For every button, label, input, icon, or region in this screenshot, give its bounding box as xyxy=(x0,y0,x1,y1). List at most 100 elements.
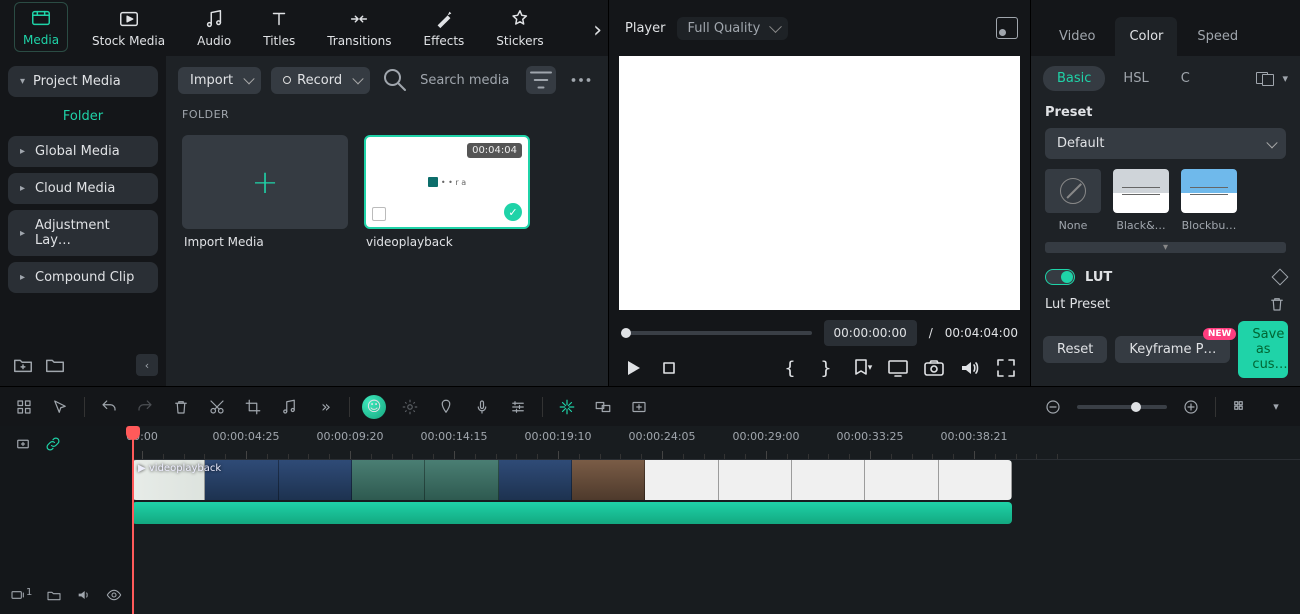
color-tab-hsl[interactable]: HSL xyxy=(1109,66,1162,91)
snapshot-icon[interactable] xyxy=(996,17,1018,39)
speed-icon[interactable] xyxy=(277,395,301,419)
tab-audio[interactable]: Audio xyxy=(189,4,239,52)
marker-tool-icon[interactable] xyxy=(434,395,458,419)
import-dropdown[interactable]: Import xyxy=(178,67,261,94)
player-current-time[interactable]: 00:00:00:00 xyxy=(824,320,917,346)
compare-view-icon[interactable] xyxy=(1256,72,1274,86)
display-icon[interactable] xyxy=(886,356,910,380)
mark-out-icon[interactable]: } xyxy=(814,356,838,380)
media-clip-tile[interactable]: 00:04:04 • • r a ✓ xyxy=(364,135,530,229)
sidebar-project-media[interactable]: ▾ Project Media xyxy=(8,66,158,97)
playhead[interactable] xyxy=(132,426,134,614)
trash-icon[interactable] xyxy=(1268,295,1286,313)
record-dropdown[interactable]: Record xyxy=(271,67,370,94)
track-height-icon[interactable] xyxy=(1228,395,1252,419)
tab-transitions[interactable]: Transitions xyxy=(319,4,399,52)
check-icon: ✓ xyxy=(504,203,522,221)
play-icon[interactable] xyxy=(621,356,645,380)
clip-thumbnail: • • r a xyxy=(428,177,466,187)
zoom-slider[interactable] xyxy=(1077,405,1167,409)
new-bin-icon[interactable] xyxy=(44,354,66,376)
grid-icon[interactable] xyxy=(12,395,36,419)
mark-in-icon[interactable]: { xyxy=(778,356,802,380)
redo-icon[interactable] xyxy=(133,395,157,419)
zoom-out-icon[interactable] xyxy=(1041,395,1065,419)
tab-video[interactable]: Video xyxy=(1045,17,1109,56)
track-lock-icon[interactable] xyxy=(46,587,62,607)
pointer-icon[interactable] xyxy=(48,395,72,419)
sidebar-item-label: Cloud Media xyxy=(35,181,115,196)
more-icon[interactable] xyxy=(566,66,596,94)
record-label: Record xyxy=(297,73,342,88)
sidebar-collapse-icon[interactable]: ‹ xyxy=(136,354,158,376)
new-folder-icon[interactable] xyxy=(12,354,34,376)
chevron-down-icon[interactable]: ▾ xyxy=(1282,72,1288,85)
search-input[interactable] xyxy=(420,73,516,88)
enhance-icon[interactable] xyxy=(398,395,422,419)
quality-select[interactable]: Full Quality xyxy=(677,17,788,40)
color-tab-curves[interactable]: C xyxy=(1167,66,1204,91)
tab-media[interactable]: Media xyxy=(14,2,68,52)
track-add-icon[interactable]: 1 xyxy=(10,587,32,607)
nav-more-icon[interactable]: › xyxy=(593,18,602,43)
volume-icon[interactable] xyxy=(958,356,982,380)
time-ruler[interactable]: 00:0000:00:04:2500:00:09:2000:00:14:1500… xyxy=(132,426,1300,460)
preview-canvas[interactable] xyxy=(619,56,1020,310)
marker-icon[interactable]: ▾ xyxy=(850,356,874,380)
sidebar-compound-clip[interactable]: Compound Clip xyxy=(8,262,158,293)
undo-icon[interactable] xyxy=(97,395,121,419)
add-track-icon[interactable] xyxy=(627,395,651,419)
preset-label: Black&… xyxy=(1116,219,1165,232)
group-icon[interactable] xyxy=(591,395,615,419)
render-icon[interactable] xyxy=(555,395,579,419)
camera-icon[interactable] xyxy=(922,356,946,380)
reset-button[interactable]: Reset xyxy=(1043,336,1107,363)
sidebar-adjustment-layer[interactable]: Adjustment Lay… xyxy=(8,210,158,256)
track-mute-icon[interactable] xyxy=(76,587,92,607)
delete-icon[interactable] xyxy=(169,395,193,419)
video-clip[interactable]: ▶ videoplayback xyxy=(132,460,1012,500)
properties-panel: Basic HSL C ▾ Preset Default None Black&… xyxy=(1030,56,1300,386)
keyframe-panel-button[interactable]: Keyframe P… xyxy=(1115,336,1230,363)
tab-stock-media[interactable]: Stock Media xyxy=(84,4,173,52)
timeline-insert-icon[interactable] xyxy=(14,435,32,457)
titles-icon xyxy=(268,8,290,30)
stock-icon xyxy=(118,8,140,30)
clip-type-icon xyxy=(372,207,386,221)
tab-speed[interactable]: Speed xyxy=(1183,17,1252,56)
color-tab-basic[interactable]: Basic xyxy=(1043,66,1105,91)
stop-icon[interactable] xyxy=(657,356,681,380)
lut-toggle[interactable] xyxy=(1045,269,1075,285)
tab-titles[interactable]: Titles xyxy=(255,4,303,52)
tab-color[interactable]: Color xyxy=(1115,17,1177,56)
preset-expand[interactable]: ▾ xyxy=(1045,242,1286,253)
keyframe-icon[interactable] xyxy=(1272,269,1289,286)
ai-assistant-icon[interactable]: ☺ xyxy=(362,395,386,419)
tab-effects[interactable]: Effects xyxy=(416,4,473,52)
voiceover-icon[interactable] xyxy=(470,395,494,419)
tab-titles-label: Titles xyxy=(263,34,295,48)
sidebar-folder[interactable]: Folder xyxy=(8,103,158,130)
preset-none[interactable]: None xyxy=(1045,169,1101,232)
link-icon[interactable] xyxy=(44,435,62,457)
chevron-down-icon: ▾ xyxy=(20,76,25,87)
zoom-in-icon[interactable] xyxy=(1179,395,1203,419)
tab-stickers[interactable]: Stickers xyxy=(488,4,551,52)
audio-clip[interactable] xyxy=(132,502,1012,524)
sidebar-global-media[interactable]: Global Media xyxy=(8,136,158,167)
import-media-tile[interactable]: + xyxy=(182,135,348,229)
timeline-options-icon[interactable]: ▾ xyxy=(1264,395,1288,419)
more-tools-icon[interactable]: » xyxy=(313,395,337,419)
preset-dropdown[interactable]: Default xyxy=(1045,128,1286,159)
cut-icon[interactable] xyxy=(205,395,229,419)
save-custom-button[interactable]: Save as cus… xyxy=(1238,321,1288,378)
audio-mix-icon[interactable] xyxy=(506,395,530,419)
preset-black-white[interactable]: Black&… xyxy=(1113,169,1169,232)
sidebar-cloud-media[interactable]: Cloud Media xyxy=(8,173,158,204)
track-visible-icon[interactable] xyxy=(106,587,122,607)
preset-blockbuster[interactable]: Blockbu… xyxy=(1181,169,1237,232)
player-scrubber[interactable] xyxy=(621,331,812,335)
fullscreen-icon[interactable] xyxy=(994,356,1018,380)
filter-icon[interactable] xyxy=(526,66,556,94)
crop-icon[interactable] xyxy=(241,395,265,419)
